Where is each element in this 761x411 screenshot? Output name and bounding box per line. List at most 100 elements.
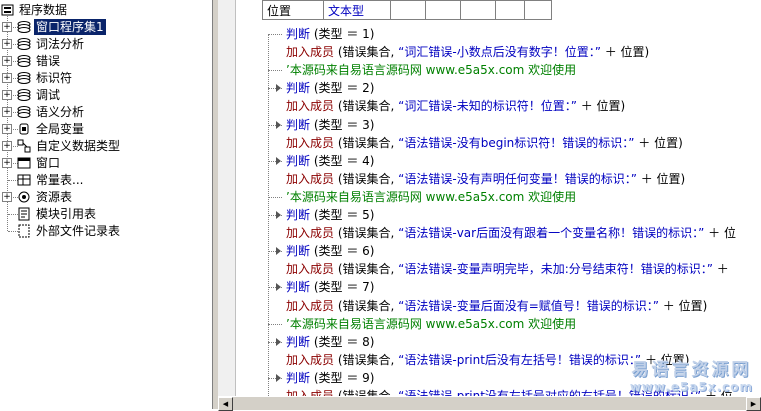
command-line[interactable]: 加入成员 (错误集合, “词汇错误-小数点后没有数字！位置：” ＋ 位置) — [286, 43, 649, 61]
condition-text: (类型 ＝ 8) — [310, 335, 375, 349]
tree-item-label: 模块引用表 — [36, 207, 97, 221]
expand-toggle-icon[interactable]: + — [2, 141, 12, 151]
tree-item-label: 错误 — [36, 54, 61, 68]
tree-item-label: 资源表 — [36, 190, 73, 204]
command-name: 加入成员 — [286, 136, 335, 150]
condition-text: (类型 ＝ 6) — [310, 244, 375, 258]
data-type-icon — [17, 139, 31, 153]
block-branch — [268, 324, 282, 325]
expand-toggle-icon[interactable]: + — [2, 158, 12, 168]
window-icon — [17, 156, 31, 170]
tree-item[interactable]: 常量表... — [0, 172, 210, 188]
comment-line[interactable]: ’本源码来自易语言源码网 www.e5a5x.com 欢迎使用 — [268, 188, 576, 206]
block-branch — [268, 34, 282, 35]
var-cell[interactable] — [390, 0, 426, 20]
if-keyword: 判断 — [286, 118, 311, 132]
expand-toggle-icon[interactable]: + — [2, 124, 12, 134]
condition-text: (类型 ＝ 1) — [310, 27, 375, 41]
tree-item[interactable]: 外部文件记录表 — [0, 223, 210, 239]
database-icon — [17, 122, 31, 136]
var-type-cell[interactable]: 文本型 — [323, 0, 391, 20]
argument-text: ＋ 位 — [704, 226, 736, 240]
condition-text: (类型 ＝ 7) — [310, 280, 375, 294]
if-keyword: 判断 — [286, 27, 311, 41]
expand-toggle-icon[interactable]: + — [2, 90, 12, 100]
if-statement-line[interactable]: 判断 (类型 ＝ 6) — [268, 242, 375, 260]
flow-arrow-icon — [276, 374, 281, 382]
var-cell[interactable] — [524, 0, 552, 20]
tree-item[interactable]: + 窗口程序集1 — [0, 18, 210, 36]
flow-arrow-icon — [276, 283, 281, 291]
expand-toggle-icon[interactable]: + — [2, 73, 12, 83]
tree-item-label: 常量表... — [36, 173, 84, 187]
tree-item[interactable]: + 错误 — [0, 53, 210, 69]
command-name: 加入成员 — [286, 99, 335, 113]
tree-item[interactable]: + 资源表 — [0, 189, 210, 205]
block-branch — [268, 197, 282, 198]
horizontal-scrollbar[interactable]: ◀ ▶ — [218, 396, 761, 411]
command-line[interactable]: 加入成员 (错误集合, “语法错误-var后面没有跟着一个变量名称！错误的标识：… — [286, 224, 736, 242]
project-tree[interactable]: 程序数据 + 窗口程序集1 + 词法分析 + 错误 + 标识符 + 调试 + 语义分析 + 全局变量 + 自定… — [0, 0, 213, 409]
command-name: 加入成员 — [286, 389, 335, 396]
tree-item[interactable]: + 自定义数据类型 — [0, 138, 210, 154]
expand-toggle-icon[interactable]: + — [2, 107, 12, 117]
tree-item[interactable]: + 窗口 — [0, 155, 210, 171]
if-statement-line[interactable]: 判断 (类型 ＝ 8) — [268, 333, 375, 351]
if-statement-line[interactable]: 判断 (类型 ＝ 5) — [268, 206, 375, 224]
tree-item-label: 语义分析 — [36, 105, 85, 119]
tree-item-label: 外部文件记录表 — [36, 224, 121, 238]
tree-item[interactable]: + 全局变量 — [0, 121, 210, 137]
expand-toggle-icon[interactable]: + — [2, 22, 12, 32]
argument-text: (错误集合, — [334, 262, 399, 276]
command-name: 加入成员 — [286, 172, 335, 186]
comment-text: ’本源码来自易语言源码网 www.e5a5x.com 欢迎使用 — [286, 63, 577, 77]
condition-text: (类型 ＝ 2) — [310, 81, 375, 95]
command-line[interactable]: 加入成员 (错误集合, “语法错误-变量后面没有=赋值号！错误的标识：” ＋ 位… — [286, 297, 707, 315]
comment-line[interactable]: ’本源码来自易语言源码网 www.e5a5x.com 欢迎使用 — [268, 61, 577, 79]
if-statement-line[interactable]: 判断 (类型 ＝ 4) — [268, 152, 374, 170]
if-statement-line[interactable]: 判断 (类型 ＝ 7) — [268, 278, 375, 296]
if-statement-line[interactable]: 判断 (类型 ＝ 3) — [268, 116, 374, 134]
expand-toggle-icon[interactable]: + — [2, 192, 12, 202]
folder-pages-icon — [17, 105, 31, 119]
tree-item[interactable]: + 标识符 — [0, 70, 210, 86]
expand-toggle-icon[interactable]: + — [2, 39, 12, 49]
module-icon — [17, 207, 31, 221]
tree-item[interactable]: + 调试 — [0, 87, 210, 103]
resource-icon — [17, 190, 31, 204]
comment-line[interactable]: ’本源码来自易语言源码网 www.e5a5x.com 欢迎使用 — [268, 315, 576, 333]
expand-toggle-icon[interactable]: + — [2, 56, 12, 66]
string-literal: “词汇错误-小数点后没有数字！位置：” — [398, 45, 601, 59]
var-name-cell[interactable]: 位置 — [262, 0, 324, 20]
condition-text: (类型 ＝ 9) — [310, 371, 375, 385]
tree-item[interactable]: + 语义分析 — [0, 104, 210, 120]
var-cell[interactable] — [495, 0, 525, 20]
variable-row[interactable]: 位置 文本型 — [262, 0, 552, 20]
command-line[interactable]: 加入成员 (错误集合, “词汇错误-未知的标识符！位置：” ＋ 位置) — [286, 97, 625, 115]
string-literal: “语法错误-没有begin标识符！错误的标识：” — [398, 136, 635, 150]
code-editor[interactable]: 位置 文本型 判断 (类型 ＝ 1) 加入成员 (错误集合, “词汇错误-小数点后… — [236, 0, 761, 396]
flow-arrow-icon — [276, 157, 281, 165]
command-line[interactable]: 加入成员 (错误集合, “语法错误-变量声明完毕，未加:分号结束符！错误的标识：… — [286, 260, 729, 278]
var-cell[interactable] — [425, 0, 461, 20]
command-name: 加入成员 — [286, 299, 335, 313]
if-statement-line[interactable]: 判断 (类型 ＝ 9) — [268, 369, 375, 387]
if-keyword: 判断 — [286, 208, 311, 222]
folder-pages-icon — [17, 88, 31, 102]
constant-icon — [17, 173, 31, 187]
command-line[interactable]: 加入成员 (错误集合, “语法错误-没有声明任何变量！错误的标识：” ＋ 位置) — [286, 170, 685, 188]
var-cell[interactable] — [460, 0, 496, 20]
tree-item[interactable]: + 词法分析 — [0, 36, 210, 52]
tree-item-label: 标识符 — [36, 71, 73, 85]
condition-text: (类型 ＝ 5) — [310, 208, 375, 222]
tree-item[interactable]: 模块引用表 — [0, 206, 210, 222]
if-statement-line[interactable]: 判断 (类型 ＝ 2) — [268, 79, 375, 97]
folder-pages-icon — [17, 71, 31, 85]
if-statement-line[interactable]: 判断 (类型 ＝ 1) — [268, 25, 375, 43]
folder-pages-icon — [17, 54, 31, 68]
argument-text: ＋ 位置) — [636, 172, 686, 186]
command-line[interactable]: 加入成员 (错误集合, “语法错误-没有begin标识符！错误的标识：” ＋ 位… — [286, 134, 683, 152]
flow-arrow-icon — [276, 84, 281, 92]
string-literal: “语法错误-var后面没有跟着一个变量名称！错误的标识：” — [398, 226, 705, 240]
tree-item-label: 调试 — [36, 88, 61, 102]
